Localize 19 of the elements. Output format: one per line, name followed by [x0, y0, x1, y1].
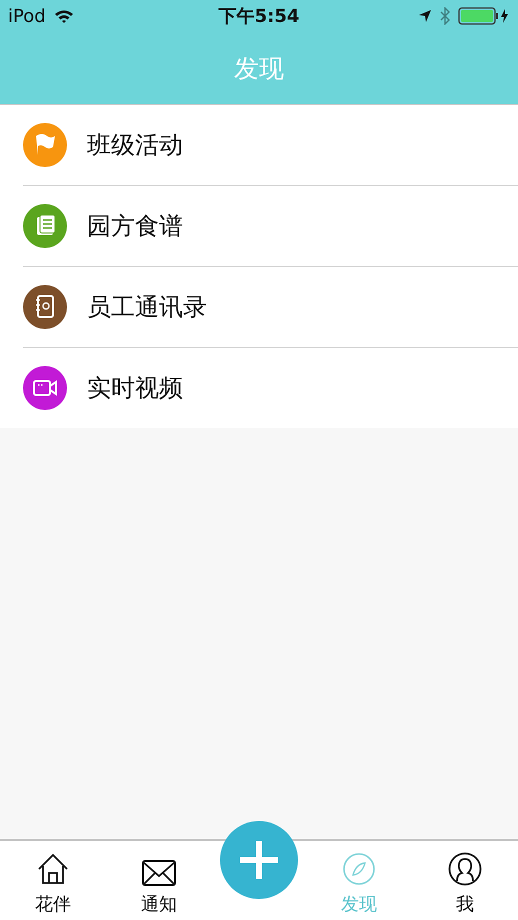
menu-item[interactable]: 员工通讯录 [23, 267, 518, 348]
tab[interactable]: 花伴 [0, 841, 106, 920]
bluetooth-icon [440, 7, 450, 25]
battery-icon [458, 7, 510, 25]
clock-time: 下午5:54 [218, 5, 300, 28]
compass-icon [342, 852, 376, 886]
plus-icon [238, 839, 280, 881]
page-title: 发现 [234, 52, 284, 84]
wifi-icon [54, 8, 74, 24]
mail-icon [142, 860, 176, 886]
menu-item[interactable]: 园方食谱 [23, 186, 518, 267]
carrier-name: iPod [8, 6, 46, 26]
home-icon [36, 852, 70, 886]
tab[interactable]: 我 [412, 841, 518, 920]
menu-item[interactable]: 班级活动 [23, 105, 518, 186]
person-icon [448, 852, 482, 886]
location-icon [418, 9, 432, 23]
tab[interactable]: 通知 [106, 841, 212, 920]
menu-item[interactable]: 实时视频 [23, 348, 518, 428]
